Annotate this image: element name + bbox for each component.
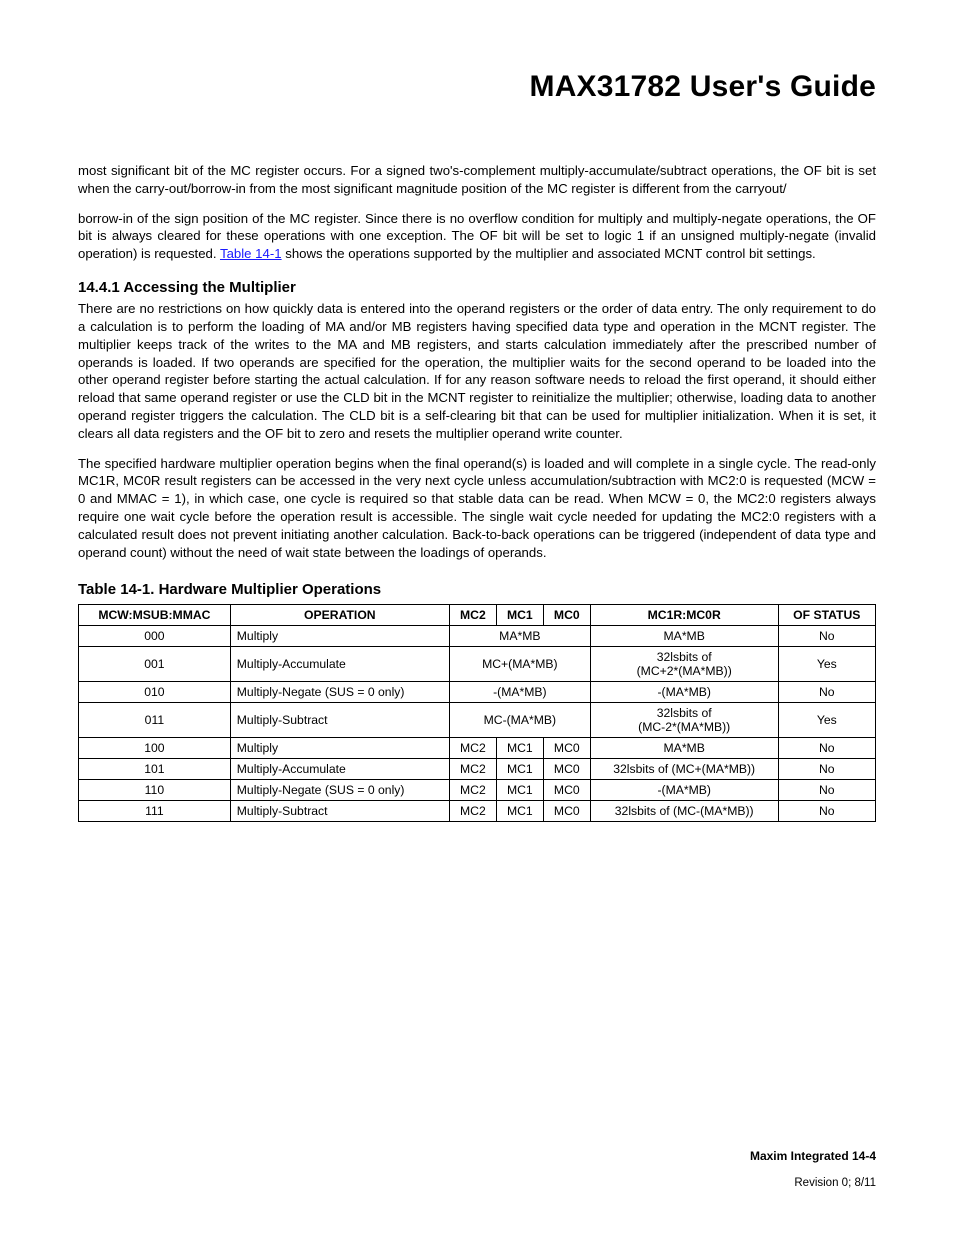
col-header-mc0: MC0: [543, 605, 590, 626]
cell-mc1: MC1: [496, 738, 543, 759]
cell-mc1r: 32lsbits of (MC-2*(MA*MB)): [590, 703, 778, 738]
cell-mc2: MC2: [449, 801, 496, 822]
section-heading: 14.4.1 Accessing the Multiplier: [78, 279, 876, 296]
cell-operation: Multiply-Subtract: [230, 703, 449, 738]
paragraph-4: The specified hardware multiplier operat…: [78, 455, 876, 562]
paragraph-3: There are no restrictions on how quickly…: [78, 300, 876, 443]
table-row: 010Multiply-Negate (SUS = 0 only)-(MA*MB…: [79, 682, 876, 703]
cell-operation: Multiply: [230, 626, 449, 647]
cell-mc1r: 32lsbits of (MC+(MA*MB)): [590, 759, 778, 780]
cell-of-status: Yes: [778, 703, 875, 738]
table-title: Table 14-1. Hardware Multiplier Operatio…: [78, 581, 876, 598]
cell-mc1: MC1: [496, 780, 543, 801]
cell-mc-span: MC-(MA*MB): [449, 703, 590, 738]
cell-mc-span: MC+(MA*MB): [449, 647, 590, 682]
paragraph-2b: shows the operations supported by the mu…: [282, 246, 816, 261]
cell-mc1r: MA*MB: [590, 626, 778, 647]
cell-operation: Multiply: [230, 738, 449, 759]
paragraph-1: most significant bit of the MC register …: [78, 162, 876, 198]
cell-of-status: No: [778, 682, 875, 703]
cell-mc2: MC2: [449, 738, 496, 759]
cell-bits: 011: [79, 703, 231, 738]
cell-mc1r: -(MA*MB): [590, 780, 778, 801]
cell-mc0: MC0: [543, 801, 590, 822]
page-footer: Maxim Integrated 14-4 Revision 0; 8/11: [750, 1149, 876, 1189]
table-row: 000MultiplyMA*MBMA*MBNo: [79, 626, 876, 647]
cell-operation: Multiply-Accumulate: [230, 759, 449, 780]
table-row: 011Multiply-SubtractMC-(MA*MB)32lsbits o…: [79, 703, 876, 738]
cell-of-status: No: [778, 759, 875, 780]
table-14-1-link[interactable]: Table 14-1: [220, 246, 282, 261]
cell-mc-span: MA*MB: [449, 626, 590, 647]
cell-operation: Multiply-Accumulate: [230, 647, 449, 682]
cell-operation: Multiply-Subtract: [230, 801, 449, 822]
page: MAX31782 User's Guide most significant b…: [0, 0, 954, 1235]
table-row: 111Multiply-SubtractMC2MC1MC032lsbits of…: [79, 801, 876, 822]
cell-mc1r: 32lsbits of (MC+2*(MA*MB)): [590, 647, 778, 682]
cell-mc1r: 32lsbits of (MC-(MA*MB)): [590, 801, 778, 822]
cell-bits: 000: [79, 626, 231, 647]
cell-bits: 101: [79, 759, 231, 780]
cell-mc0: MC0: [543, 759, 590, 780]
col-header-mc1: MC1: [496, 605, 543, 626]
cell-operation: Multiply-Negate (SUS = 0 only): [230, 682, 449, 703]
col-header-of: OF STATUS: [778, 605, 875, 626]
table-row: 101Multiply-AccumulateMC2MC1MC032lsbits …: [79, 759, 876, 780]
cell-operation: Multiply-Negate (SUS = 0 only): [230, 780, 449, 801]
cell-mc-span: -(MA*MB): [449, 682, 590, 703]
col-header-mc2: MC2: [449, 605, 496, 626]
cell-mc0: MC0: [543, 780, 590, 801]
table-row: 110Multiply-Negate (SUS = 0 only)MC2MC1M…: [79, 780, 876, 801]
cell-of-status: Yes: [778, 647, 875, 682]
cell-mc2: MC2: [449, 780, 496, 801]
document-title: MAX31782 User's Guide: [78, 70, 876, 104]
cell-of-status: No: [778, 626, 875, 647]
cell-mc1r: MA*MB: [590, 738, 778, 759]
cell-mc1r: -(MA*MB): [590, 682, 778, 703]
cell-mc2: MC2: [449, 759, 496, 780]
cell-bits: 001: [79, 647, 231, 682]
cell-bits: 110: [79, 780, 231, 801]
cell-bits: 010: [79, 682, 231, 703]
cell-of-status: No: [778, 780, 875, 801]
col-header-op: OPERATION: [230, 605, 449, 626]
table-row: 100MultiplyMC2MC1MC0MA*MBNo: [79, 738, 876, 759]
cell-of-status: No: [778, 738, 875, 759]
col-header-mc1r: MC1R:MC0R: [590, 605, 778, 626]
table-header-row: MCW:MSUB:MMAC OPERATION MC2 MC1 MC0 MC1R…: [79, 605, 876, 626]
table-row: 001Multiply-AccumulateMC+(MA*MB)32lsbits…: [79, 647, 876, 682]
col-header-bits: MCW:MSUB:MMAC: [79, 605, 231, 626]
cell-bits: 111: [79, 801, 231, 822]
footer-revision: Revision 0; 8/11: [750, 1177, 876, 1189]
cell-mc1: MC1: [496, 801, 543, 822]
footer-page-number: Maxim Integrated 14-4: [750, 1149, 876, 1163]
cell-mc1: MC1: [496, 759, 543, 780]
cell-of-status: No: [778, 801, 875, 822]
paragraph-2: borrow-in of the sign position of the MC…: [78, 210, 876, 263]
cell-mc0: MC0: [543, 738, 590, 759]
hardware-multiplier-operations-table: MCW:MSUB:MMAC OPERATION MC2 MC1 MC0 MC1R…: [78, 604, 876, 822]
cell-bits: 100: [79, 738, 231, 759]
